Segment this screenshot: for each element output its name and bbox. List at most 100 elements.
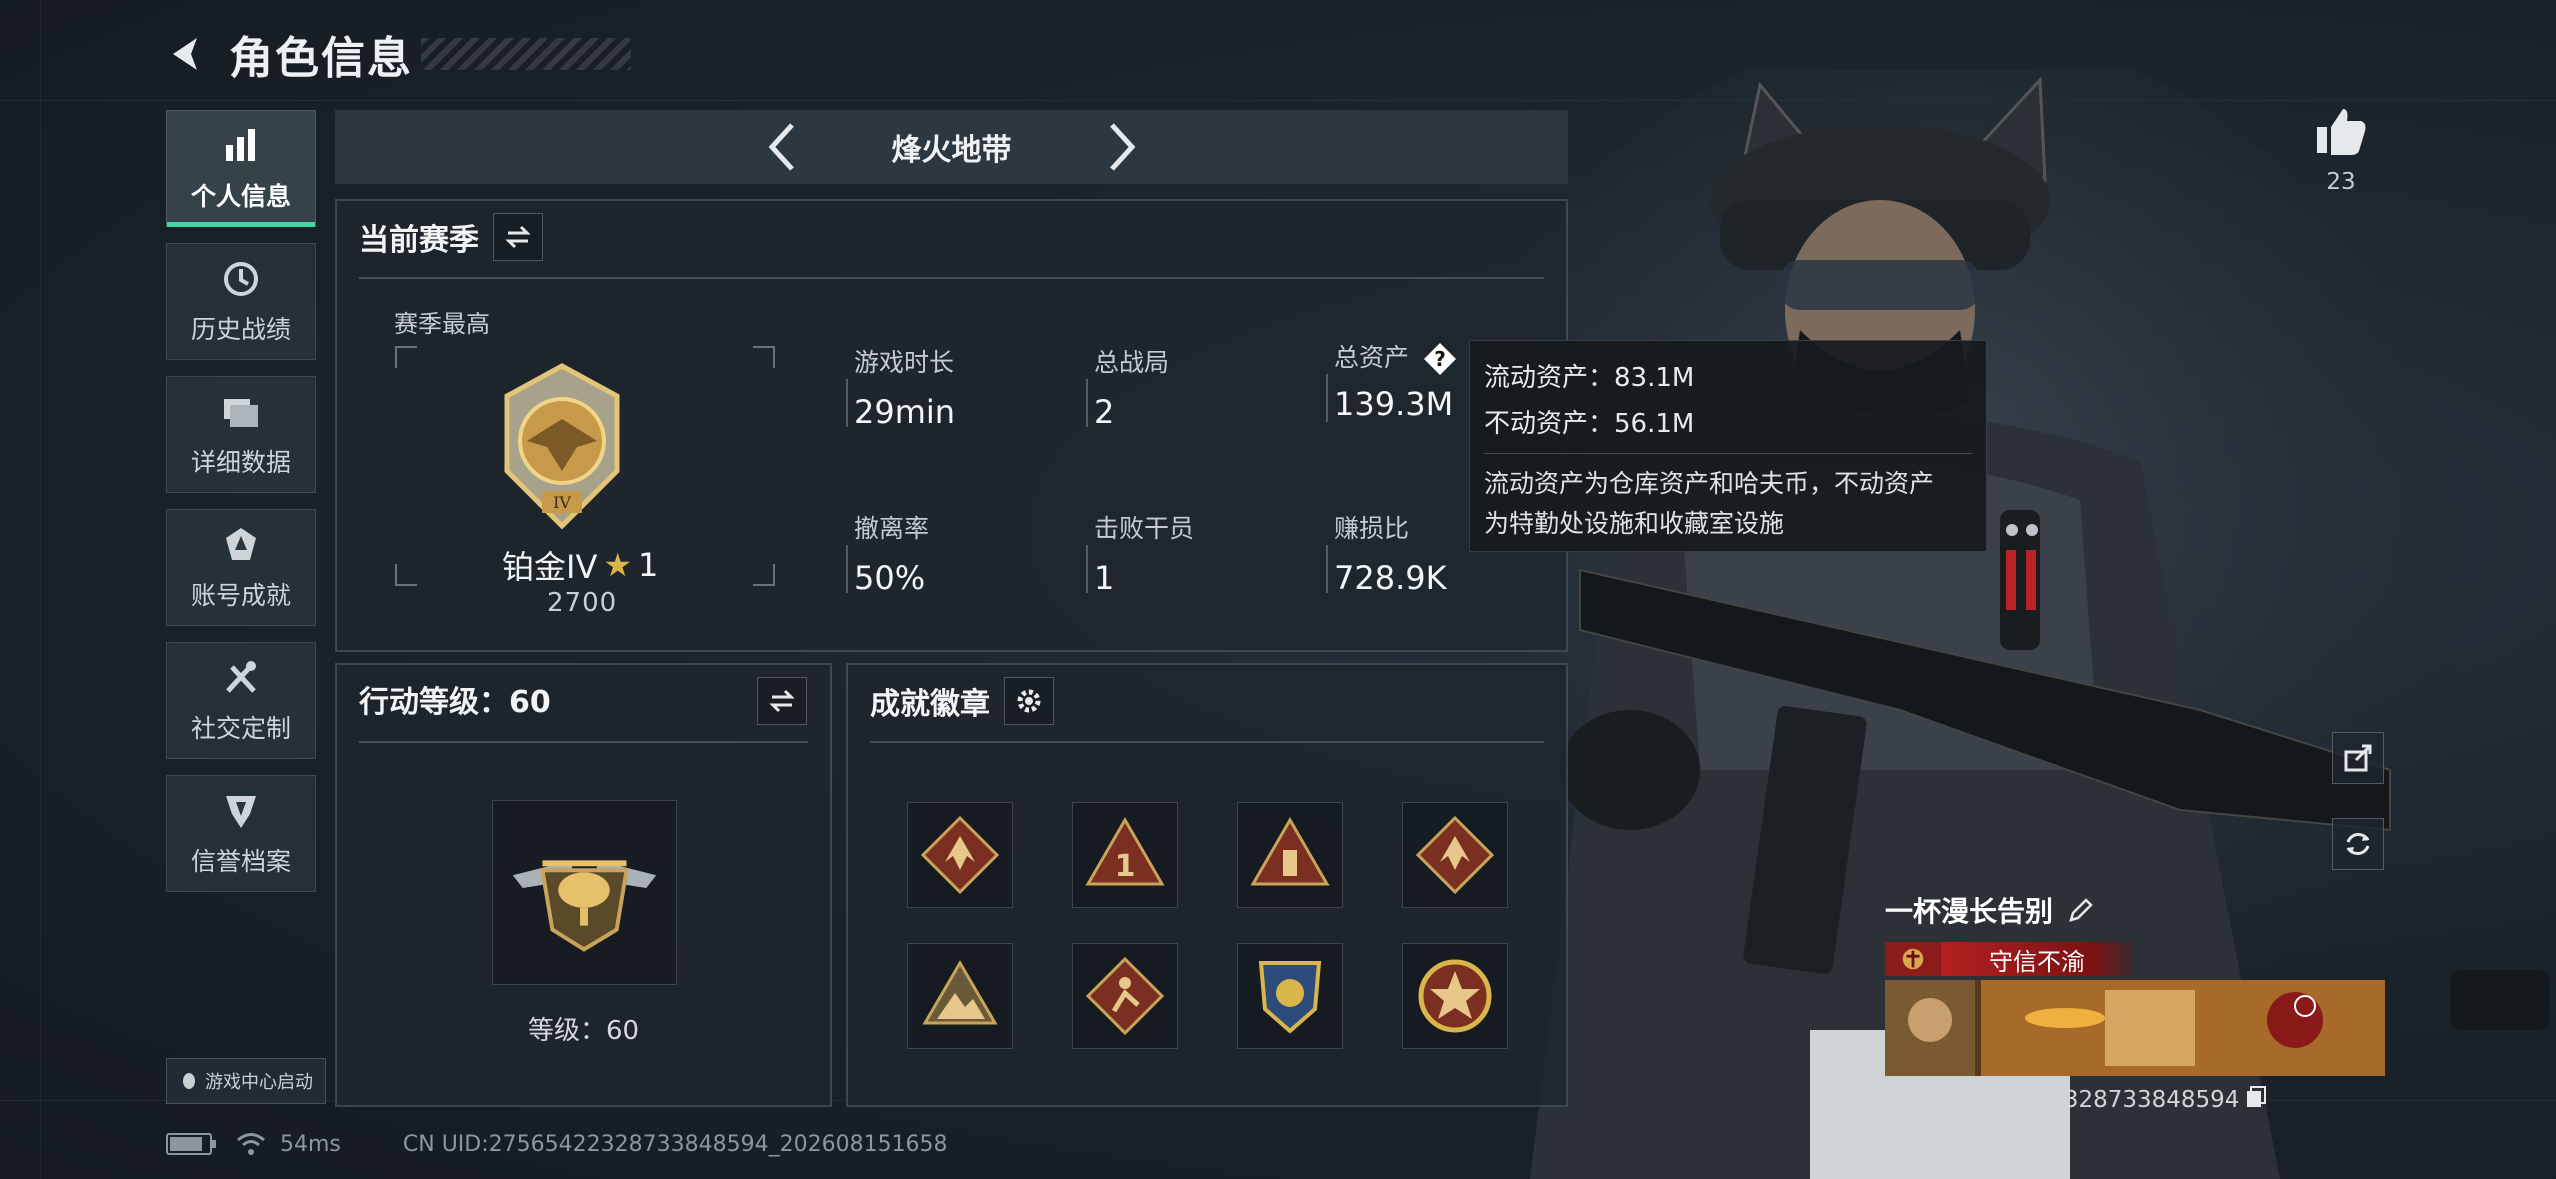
achievements-header: 成就徽章 [870,677,1054,725]
platinum-rank-badge-icon: IV [504,363,620,530]
battery-level [170,1137,203,1151]
player-card: 一杯漫长告别 守信不渝 编号:27565422328733848594 [1885,890,2385,1120]
badge-slot[interactable] [1237,802,1343,908]
badge-slot[interactable] [907,802,1013,908]
rank-stars: 1 [638,546,659,584]
stat-value: 1 [1094,559,1115,597]
tools-icon [226,660,256,693]
nav-item-history[interactable]: 历史战绩 [166,243,316,360]
svg-text:?: ? [1434,347,1446,371]
uid-text: CN UID:2756542232873384859​4_20260815165… [402,1131,948,1157]
season-best-label: 赛季最高 [394,310,490,338]
badge-settings-button[interactable] [1004,677,1054,725]
stat-value: 139.3M [1334,385,1454,423]
tooltip-description-line: 流动资产为仓库资产和哈夫币，不动资产 [1484,469,1935,498]
trust-label: 守信不渝 [1941,942,2133,976]
page-title: 角色信息 [229,33,413,84]
stat-label: 撤离率 [854,514,930,543]
ping-value: 54ms [280,1131,341,1157]
swap-icon [769,689,795,713]
game-center-launch-tag: 游戏中心启动 [166,1058,326,1104]
badge-slot[interactable] [1072,943,1178,1049]
prev-mode-arrow-icon[interactable] [762,119,802,175]
like-count: 23 [2326,169,2356,195]
share-icon [2344,744,2372,772]
stat-value: 50% [854,559,926,597]
title-decoration [421,38,631,70]
current-season-panel: 当前赛季 赛季最高 IV 铂金IV ★ 1 2700 游戏时长 29min 总战… [335,199,1568,652]
refresh-icon [2346,833,2370,855]
bar-chart-icon [226,128,255,161]
action-divider [359,741,808,743]
badge-slot[interactable] [907,943,1013,1049]
badge-slot[interactable] [1237,943,1343,1049]
stat-profit-loss-ratio: 赚损比 728.9K [1326,509,1447,597]
question-help-icon[interactable]: ? [1423,342,1457,376]
nav-item-personal-info[interactable]: 个人信息 [166,110,316,227]
season-switch-button[interactable] [493,213,543,261]
refresh-button[interactable] [2332,818,2384,870]
tooltip-fixed-assets: 不动资产：56.1M [1484,409,1695,439]
next-mode-arrow-icon[interactable] [1102,119,1142,175]
mode-title: 烽火地带 [891,133,1012,168]
player-id: 编号:27565422328733848594 [1893,1080,2267,1114]
action-level-header: 行动等级：60 [359,677,551,721]
svg-text:1: 1 [1115,849,1136,884]
achievement-badges-panel: 成就徽章 1 [846,663,1568,1107]
runner-badge-icon [1085,956,1165,1036]
trust-emblem-icon [1885,942,1941,976]
stat-operators-defeated: 击败干员 1 [1086,509,1194,597]
qq-penguin-icon [183,1073,195,1089]
tooltip-description-line: 为特勤处设施和收藏室设施 [1484,509,1785,538]
bullet-badge-icon [1250,817,1330,886]
nav-item-social-custom[interactable]: 社交定制 [166,642,316,759]
stat-total-assets: 总资产 ? 139.3M [1326,338,1457,423]
player-banner-image [1885,980,2385,1076]
achievements-title: 成就徽章 [870,687,990,722]
assets-tooltip: 流动资产：83.1M 不动资产：56.1M 流动资产为仓库资产和哈夫币，不动资产… [1469,340,1987,552]
share-button[interactable] [2332,732,2384,784]
stat-label: 游戏时长 [854,348,955,377]
copy-icon[interactable] [2245,1085,2267,1109]
stat-value: 2 [1094,393,1115,431]
action-level-text: 等级：60 [527,1016,640,1046]
nav-item-credit-record[interactable]: 信誉档案 [166,775,316,892]
mode-selector: 烽火地带 [335,110,1568,184]
stat-label-text: 总资产 [1334,343,1410,372]
folder-stack-icon [224,398,258,427]
season-divider [359,277,1544,279]
nav-item-label: 社交定制 [190,713,291,743]
achievement-icon [226,527,256,560]
badge-slot[interactable]: 1 [1072,802,1178,908]
nav-item-detailed-data[interactable]: 详细数据 [166,376,316,493]
nav-item-label: 历史战绩 [190,314,291,344]
action-level-panel: 行动等级：60 等级：60 [335,663,832,1107]
rank-name-row: 铂金IV ★ 1 [502,542,658,588]
star-badge-icon [1418,959,1492,1033]
helicopter-badge-icon [512,860,657,952]
status-bar: 54ms CN UID:2756542232873384859​4_202608… [166,1126,948,1162]
stat-label: 总资产 ? [1334,338,1457,376]
badge-slot[interactable] [1402,802,1508,908]
helicopter-level-badge [492,800,677,985]
like-button[interactable]: 23 [2310,103,2372,195]
nav-item-label: 个人信息 [190,181,291,211]
stat-play-time: 游戏时长 29min [846,343,956,431]
nav-item-achievements[interactable]: 账号成就 [166,509,316,626]
stat-total-matches: 总战局 2 [1086,343,1169,431]
dragon-badge-icon [1415,815,1495,895]
bg-grid-line [40,0,41,1179]
player-name-row: 一杯漫长告别 [1885,890,2385,930]
edit-pencil-icon[interactable] [2067,896,2095,924]
star-icon: ★ [603,546,633,584]
badge-slot[interactable] [1402,943,1508,1049]
dragon-badge-icon [920,815,1000,895]
rank-score: 2700 [547,588,618,618]
nav-item-label: 账号成就 [190,580,291,610]
back-arrow-icon[interactable] [165,32,209,76]
page-header: 角色信息 [165,22,631,86]
nav-item-label: 详细数据 [190,447,291,477]
action-level-switch-button[interactable] [757,677,807,725]
stat-value: 29min [854,393,956,431]
gear-icon [1017,689,1041,713]
